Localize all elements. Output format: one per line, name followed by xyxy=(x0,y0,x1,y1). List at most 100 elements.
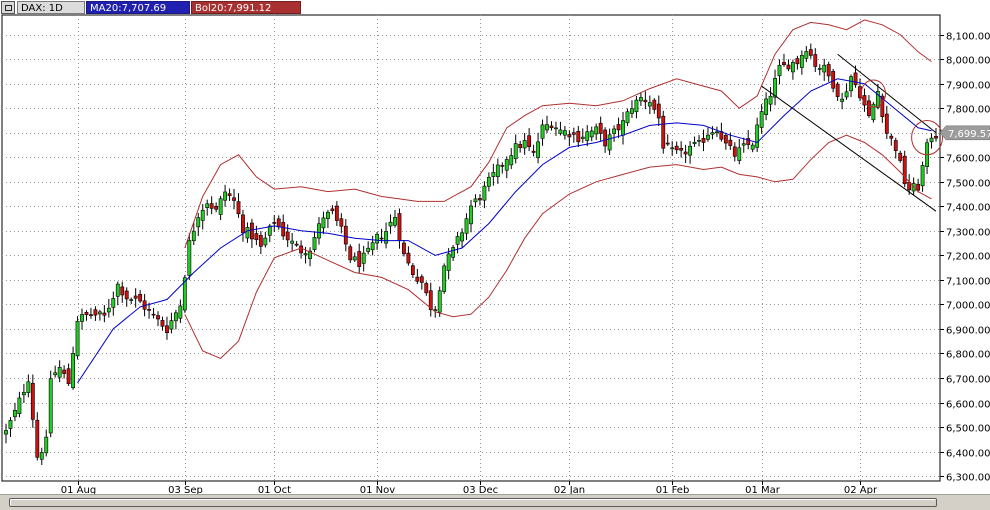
candle-body xyxy=(536,141,540,158)
candle-body xyxy=(804,51,809,59)
candle-body xyxy=(160,320,165,327)
candle-body xyxy=(120,286,125,296)
candle-body xyxy=(424,283,429,294)
candle-body xyxy=(647,102,652,107)
candle-body xyxy=(576,130,581,143)
candle-body xyxy=(393,216,397,226)
candle-body xyxy=(187,240,192,276)
candle-body xyxy=(71,353,75,389)
y-tick-label: 6,600.00 xyxy=(946,400,990,411)
candle-body xyxy=(737,147,742,161)
candle-body xyxy=(768,95,773,105)
candle-body xyxy=(209,203,214,209)
price-chart: 6,300.00 6,400.00 6,500.00 6,600.00 6,700.00… xyxy=(1,14,990,494)
horizontal-scrollbar[interactable] xyxy=(0,494,990,510)
candle-body xyxy=(755,124,760,148)
y-tick-label: 7,300.00 xyxy=(946,228,990,239)
candle-body xyxy=(562,130,567,136)
candle-body xyxy=(272,222,277,224)
candle-body xyxy=(795,58,800,65)
y-tick-label: 7,100.00 xyxy=(946,277,990,288)
candle-body xyxy=(214,206,219,210)
candle-body xyxy=(317,223,321,239)
candle-body xyxy=(554,127,558,130)
candle-body xyxy=(799,55,804,68)
candle-body xyxy=(8,420,13,429)
candle-body xyxy=(634,99,639,113)
y-tick-label: 7,800.00 xyxy=(946,105,990,116)
candle-body xyxy=(643,99,648,103)
candle-body xyxy=(334,205,339,221)
candle-body xyxy=(759,111,764,128)
candle-body xyxy=(683,151,688,155)
candle-body xyxy=(236,201,241,215)
candle-body xyxy=(750,144,755,150)
candle-body xyxy=(115,283,120,297)
candle-body xyxy=(674,145,679,151)
candle-body xyxy=(437,290,442,313)
candle-body xyxy=(491,172,496,177)
candle-body xyxy=(782,62,786,66)
candle-body xyxy=(124,290,129,300)
candle-body xyxy=(205,203,210,208)
candle-body xyxy=(442,265,447,292)
y-tick-label: 8,100.00 xyxy=(946,32,990,43)
candle-body xyxy=(813,54,818,67)
candle-body xyxy=(853,72,858,86)
y-tick-label: 6,300.00 xyxy=(946,473,990,484)
candle-body xyxy=(621,120,625,136)
candle-body xyxy=(589,130,594,138)
candle-body xyxy=(571,132,576,135)
candle-body xyxy=(165,325,169,333)
candle-body xyxy=(26,381,31,393)
candle-body xyxy=(558,129,563,134)
candle-body xyxy=(473,198,478,203)
candle-body xyxy=(388,221,393,227)
candle-body xyxy=(710,132,715,135)
candle-body xyxy=(138,294,143,302)
candle-body xyxy=(406,252,411,264)
candle-body xyxy=(567,134,572,138)
candle-body xyxy=(93,309,98,316)
candle-body xyxy=(223,191,227,201)
candle-body xyxy=(294,243,299,246)
candle-body xyxy=(326,211,330,220)
candle-body xyxy=(603,129,608,147)
candle-body xyxy=(902,155,907,185)
candle-body xyxy=(366,247,371,252)
candle-body xyxy=(522,140,527,149)
candle-body xyxy=(692,142,697,144)
candle-body xyxy=(129,299,134,301)
candle-body xyxy=(786,64,791,70)
candle-body xyxy=(62,369,67,374)
candle-body xyxy=(106,307,111,313)
candle-body xyxy=(44,436,49,454)
candle-body xyxy=(455,236,460,245)
candle-body xyxy=(661,115,666,149)
x-tick-label: 01 Nov xyxy=(360,485,396,494)
candle-body xyxy=(884,113,889,134)
candle-body xyxy=(446,253,451,271)
y-tick-label: 8,000.00 xyxy=(946,56,990,67)
candle-body xyxy=(258,235,263,247)
candle-body xyxy=(299,245,304,254)
candle-body xyxy=(464,218,469,234)
candle-body xyxy=(934,135,938,139)
candle-body xyxy=(191,230,196,242)
candle-body xyxy=(102,312,107,316)
x-tick-label: 01 Feb xyxy=(656,485,690,494)
candle-body xyxy=(415,276,420,282)
y-tick-label: 7,200.00 xyxy=(946,252,990,263)
x-tick-label: 02 Jan xyxy=(554,485,585,494)
candle-body xyxy=(89,314,93,316)
y-tick-label: 7,400.00 xyxy=(946,203,990,214)
candle-body xyxy=(348,246,353,261)
y-tick-label: 6,900.00 xyxy=(946,326,990,337)
candle-body xyxy=(232,197,236,201)
candle-body xyxy=(330,208,335,212)
candle-body xyxy=(840,98,845,102)
scrollbar-thumb[interactable] xyxy=(9,498,937,507)
candle-body xyxy=(285,231,290,241)
candle-body xyxy=(835,83,840,97)
candle-body xyxy=(849,76,853,92)
